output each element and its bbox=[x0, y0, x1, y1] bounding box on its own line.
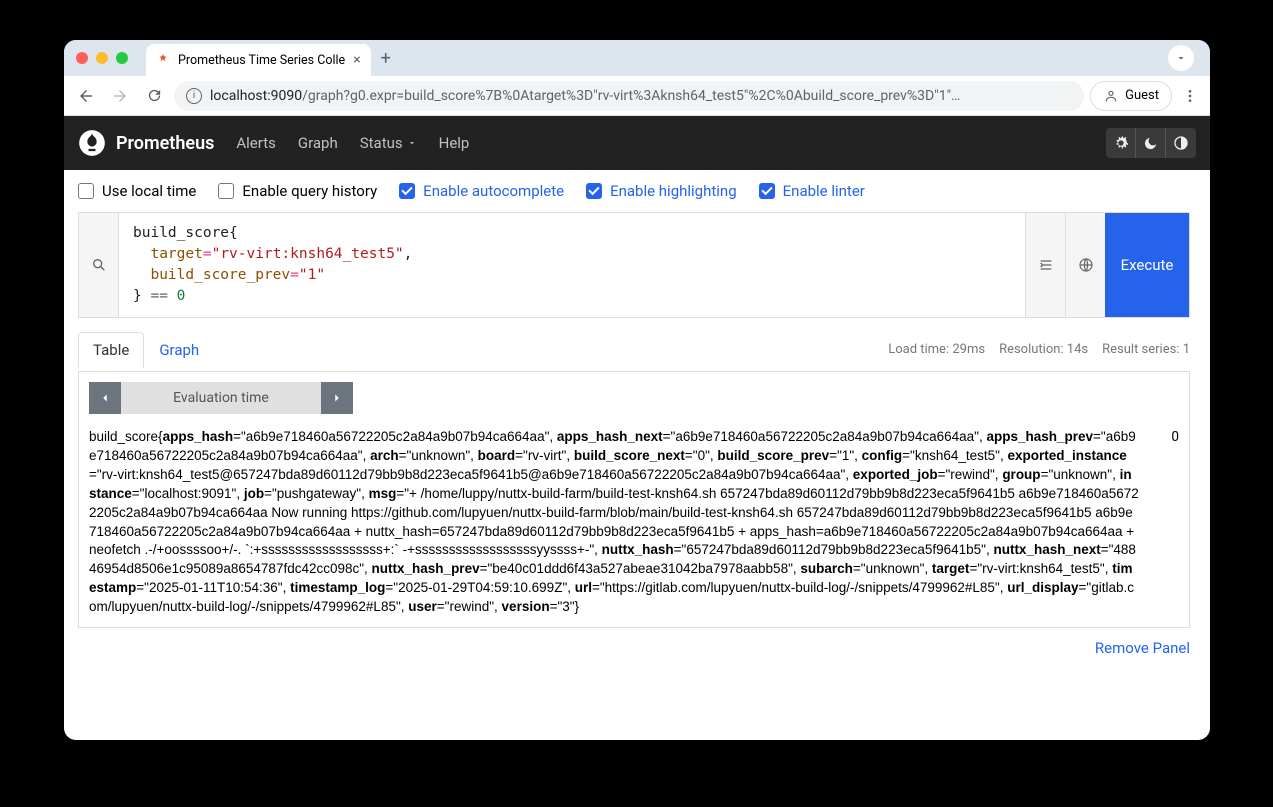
eval-time-input[interactable]: Evaluation time bbox=[121, 382, 321, 414]
maximize-window-icon[interactable] bbox=[116, 52, 128, 64]
resolution: Resolution: 14s bbox=[999, 342, 1088, 357]
reload-button[interactable] bbox=[140, 82, 168, 110]
result-series: Result series: 1 bbox=[1102, 342, 1190, 357]
execute-button[interactable]: Execute bbox=[1105, 213, 1189, 317]
favicon-icon bbox=[156, 53, 170, 67]
forward-button[interactable] bbox=[106, 82, 134, 110]
chevron-down-icon bbox=[407, 138, 417, 148]
eval-time-prev-button[interactable] bbox=[89, 382, 121, 414]
query-panel: build_score{ target="rv-virt:knsh64_test… bbox=[78, 212, 1190, 318]
minimize-window-icon[interactable] bbox=[96, 52, 108, 64]
checkbox-icon bbox=[78, 183, 94, 199]
theme-light-button[interactable] bbox=[1166, 128, 1196, 158]
new-tab-button[interactable]: + bbox=[381, 48, 391, 69]
format-query-button[interactable] bbox=[1025, 213, 1065, 317]
metric-value: 0 bbox=[1139, 428, 1179, 617]
browser-tab[interactable]: Prometheus Time Series Colle × bbox=[146, 44, 371, 76]
gear-icon bbox=[1113, 135, 1129, 151]
chevron-right-icon bbox=[330, 391, 344, 405]
app-navbar: Prometheus Alerts Graph Status Help bbox=[64, 116, 1210, 170]
titlebar: Prometheus Time Series Colle × + bbox=[64, 40, 1210, 76]
person-icon bbox=[1103, 88, 1119, 104]
eval-time-next-button[interactable] bbox=[321, 382, 353, 414]
theme-auto-button[interactable] bbox=[1106, 128, 1136, 158]
theme-toggle-group bbox=[1106, 128, 1196, 158]
autocomplete-checkbox[interactable]: Enable autocomplete bbox=[399, 182, 564, 200]
contrast-icon bbox=[1173, 135, 1189, 151]
theme-dark-button[interactable] bbox=[1136, 128, 1166, 158]
close-window-icon[interactable] bbox=[76, 52, 88, 64]
page-content: Use local time Enable query history Enab… bbox=[64, 170, 1210, 740]
metrics-explorer-button[interactable] bbox=[79, 213, 119, 317]
nav-alerts[interactable]: Alerts bbox=[236, 134, 276, 152]
evaluation-time-row: Evaluation time bbox=[79, 372, 1189, 424]
globe-icon bbox=[1078, 257, 1094, 273]
moon-icon bbox=[1143, 136, 1158, 151]
remove-panel-button[interactable]: Remove Panel bbox=[1095, 639, 1190, 657]
result-panel: Evaluation time build_score{apps_hash="a… bbox=[78, 371, 1190, 628]
tab-table[interactable]: Table bbox=[78, 332, 144, 368]
nav-status[interactable]: Status bbox=[360, 134, 417, 152]
traffic-lights bbox=[76, 52, 128, 64]
nav-help[interactable]: Help bbox=[439, 134, 470, 152]
url-bar-row: i localhost:9090/graph?g0.expr=build_sco… bbox=[64, 76, 1210, 116]
profile-button[interactable]: Guest bbox=[1090, 81, 1172, 111]
url-input[interactable]: i localhost:9090/graph?g0.expr=build_sco… bbox=[174, 81, 1084, 111]
app-logo[interactable]: Prometheus bbox=[78, 129, 214, 157]
chevron-left-icon bbox=[98, 391, 112, 405]
prometheus-icon bbox=[78, 129, 106, 157]
query-history-checkbox[interactable]: Enable query history bbox=[218, 182, 377, 200]
local-time-checkbox[interactable]: Use local time bbox=[78, 182, 196, 200]
checkbox-icon bbox=[399, 183, 415, 199]
indent-icon bbox=[1038, 257, 1054, 273]
checkbox-icon bbox=[759, 183, 775, 199]
checkbox-icon bbox=[218, 183, 234, 199]
tab-close-icon[interactable]: × bbox=[353, 52, 360, 68]
result-tabs-row: Table Graph Load time: 29ms Resolution: … bbox=[64, 318, 1204, 371]
app-brand: Prometheus bbox=[116, 133, 214, 154]
checkbox-icon bbox=[586, 183, 602, 199]
tab-title: Prometheus Time Series Colle bbox=[178, 53, 345, 68]
back-button[interactable] bbox=[72, 82, 100, 110]
linter-checkbox[interactable]: Enable linter bbox=[759, 182, 865, 200]
query-options: Use local time Enable query history Enab… bbox=[64, 170, 1204, 212]
expression-link-button[interactable] bbox=[1065, 213, 1105, 317]
browser-menu-button[interactable] bbox=[1178, 88, 1202, 104]
site-info-icon[interactable]: i bbox=[186, 88, 202, 104]
highlighting-checkbox[interactable]: Enable highlighting bbox=[586, 182, 737, 200]
result-row: build_score{apps_hash="a6b9e718460a56722… bbox=[79, 424, 1189, 627]
browser-window: Prometheus Time Series Colle × + i local… bbox=[64, 40, 1210, 740]
search-icon bbox=[91, 257, 107, 273]
query-editor[interactable]: build_score{ target="rv-virt:knsh64_test… bbox=[119, 213, 1025, 317]
nav-graph[interactable]: Graph bbox=[298, 134, 338, 152]
metric-labels: build_score{apps_hash="a6b9e718460a56722… bbox=[89, 428, 1139, 617]
tabs-dropdown-button[interactable] bbox=[1168, 45, 1194, 71]
url-text: localhost:9090/graph?g0.expr=build_score… bbox=[210, 88, 960, 104]
load-time: Load time: 29ms bbox=[888, 342, 985, 357]
tab-graph[interactable]: Graph bbox=[144, 332, 214, 368]
